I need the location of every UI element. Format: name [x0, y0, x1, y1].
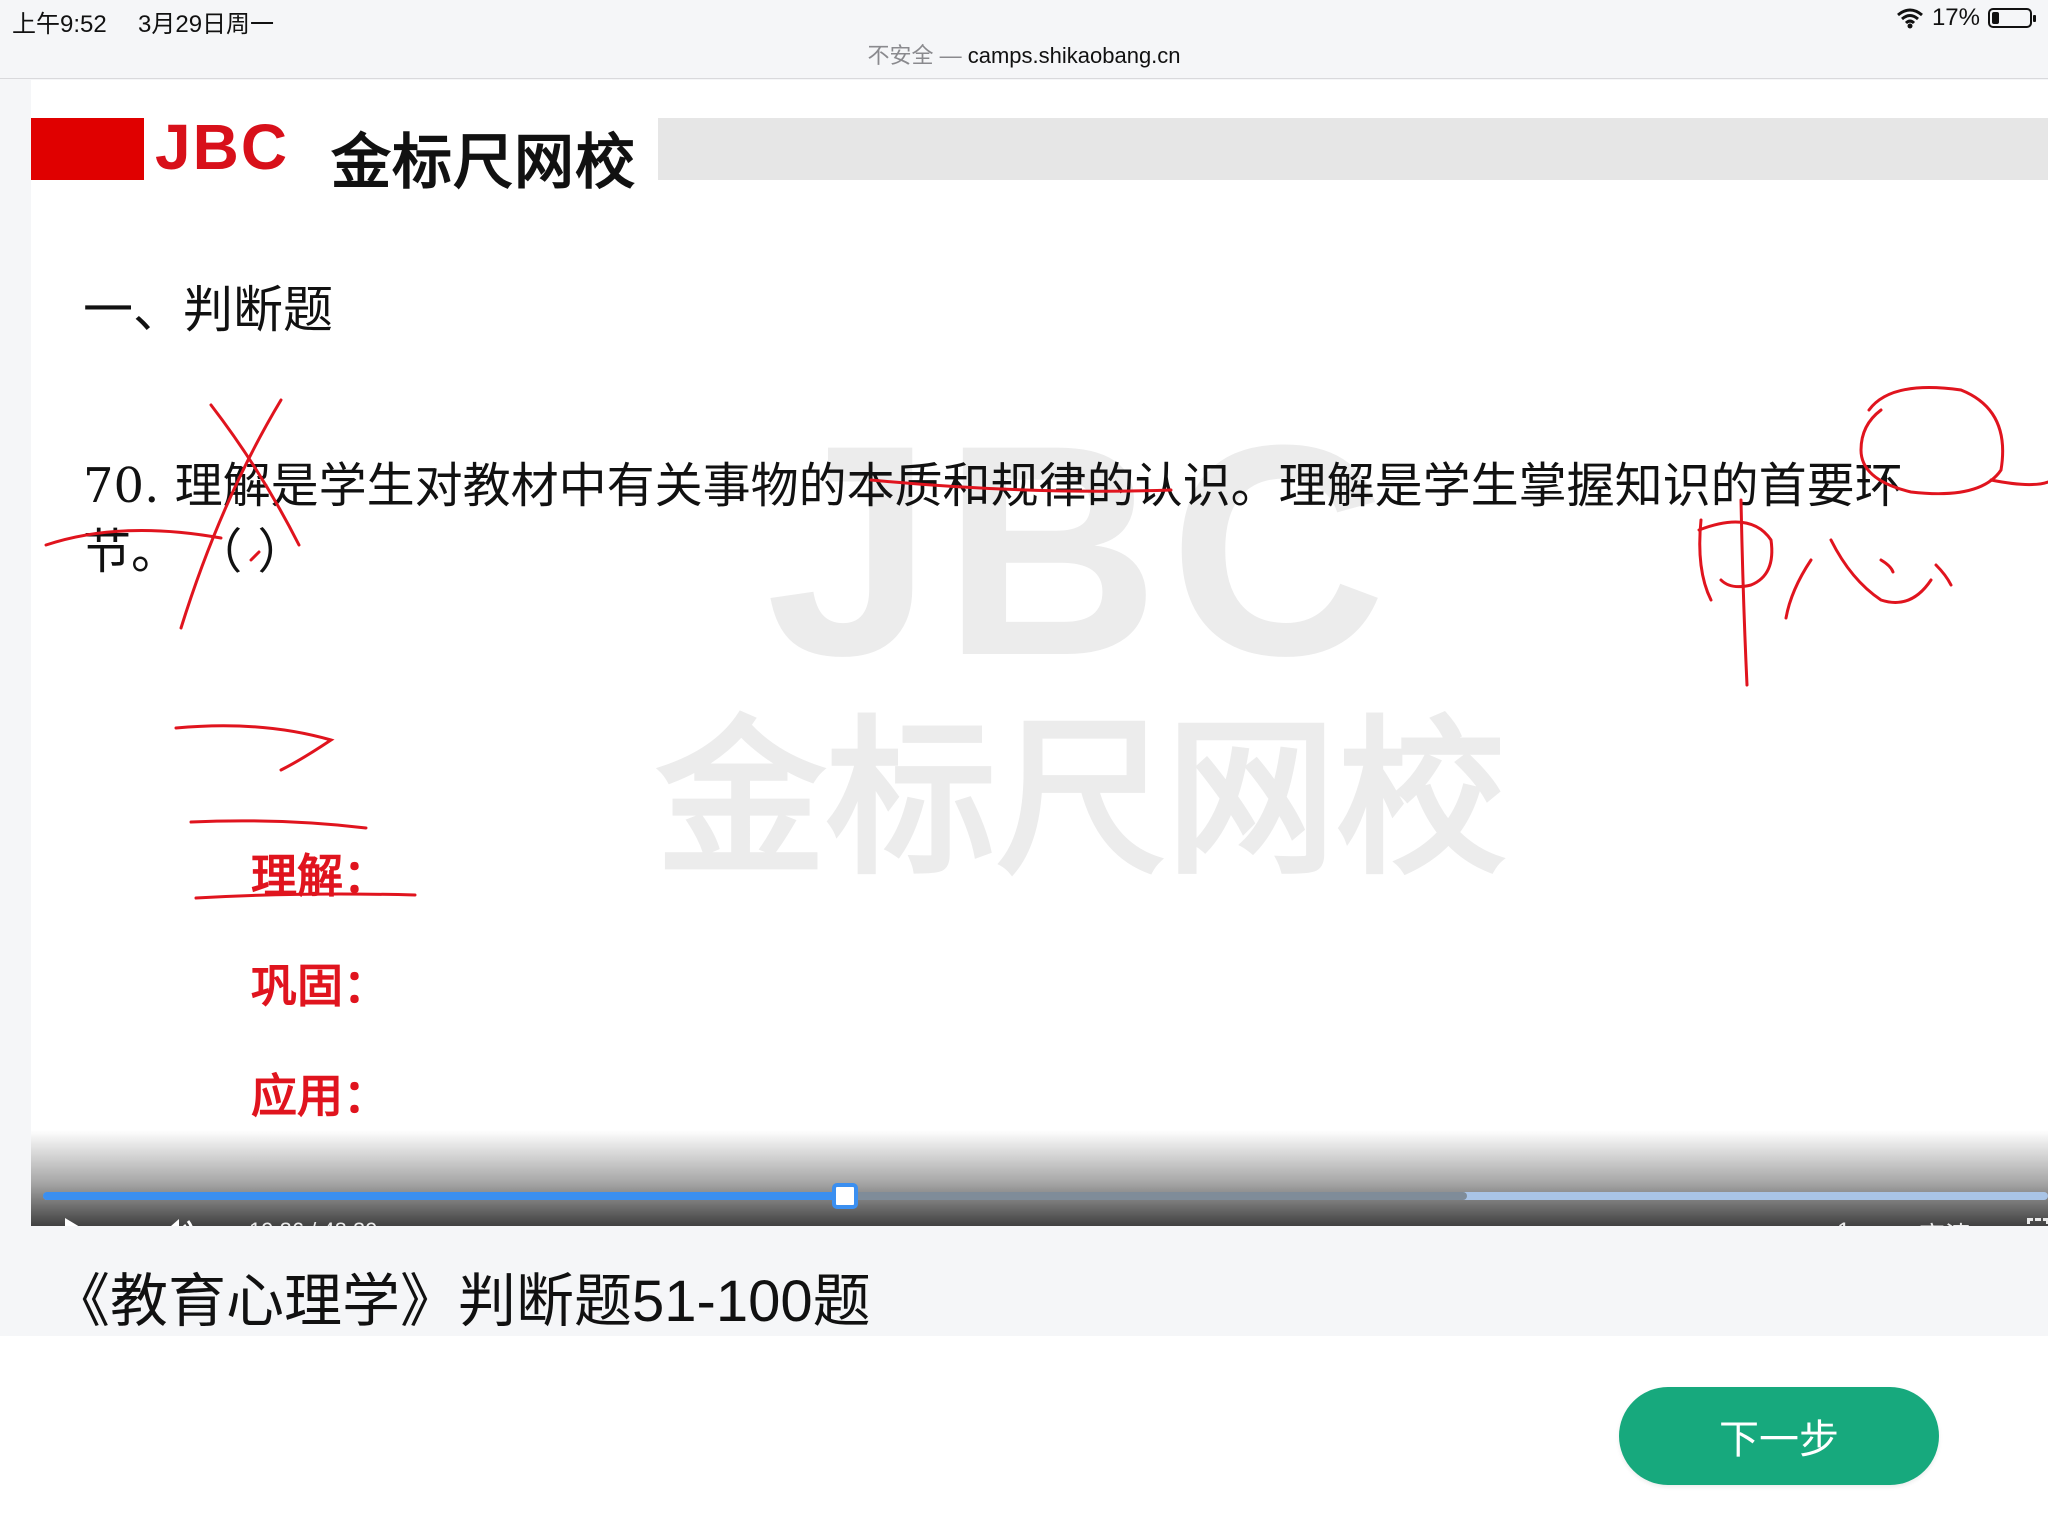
next-button[interactable]: 下一步 [1619, 1387, 1939, 1485]
brand-logo: JBC [155, 111, 290, 183]
player-controls: 19:36 / 48:39 1x 高清 [31, 1130, 2048, 1226]
brand-red-block [31, 118, 144, 180]
progress-handle[interactable] [832, 1183, 858, 1209]
time-display: 19:36 / 48:39 [249, 1218, 377, 1226]
video-player[interactable]: JBC 金标尺网校 JBC 金标尺网校 一、判断题 70. 理解是学生对教材中有… [31, 80, 2048, 1226]
status-date: 3月29日周一 [138, 11, 275, 38]
question-line-1: 70. 理解是学生对教材中有关事物的本质和规律的认识。理解是学生掌握知识的首要环 [83, 458, 1903, 514]
status-bar: 上午9:52 3月29日周一 17% 不安全 — camps.shikaoban… [0, 0, 2048, 79]
progress-played [43, 1192, 845, 1200]
course-title: 《教育心理学》判断题51-100题 [52, 1269, 871, 1334]
battery-percent: 17% [1931, 4, 1980, 31]
status-time: 上午9:52 [12, 11, 107, 38]
question-text: 70. 理解是学生对教材中有关事物的本质和规律的认识。理解是学生掌握知识的首要环… [83, 453, 2033, 585]
fullscreen-icon[interactable] [2027, 1218, 2048, 1226]
underline-step-1 [174, 724, 335, 772]
url-domain: camps.shikaobang.cn [967, 43, 1181, 68]
volume-icon[interactable] [159, 1216, 199, 1226]
wifi-icon [1896, 8, 1923, 29]
url-separator: — [939, 43, 962, 68]
battery-icon [1988, 8, 2036, 28]
step-consolidate: 巩固： [251, 960, 389, 1012]
underline-step-2 [189, 819, 368, 830]
quality-button[interactable]: 高清 [1919, 1216, 1971, 1226]
learning-steps: 理解： 巩固： 应用： [251, 840, 389, 1170]
watermark-name: 金标尺网校 [655, 705, 1506, 895]
play-icon[interactable] [65, 1218, 85, 1226]
brand-school-name: 金标尺网校 [331, 129, 636, 196]
status-indicators: 17% [1896, 4, 2036, 32]
speed-button[interactable]: 1x [1837, 1218, 1862, 1226]
address-bar[interactable]: 不安全 — camps.shikaobang.cn [0, 38, 2048, 70]
insecure-label: 不安全 [867, 43, 934, 68]
section-title: 一、判断题 [83, 281, 333, 339]
brand-gray-bar [658, 118, 2048, 180]
question-line-2: 节。 （ ） [83, 524, 306, 580]
step-understand: 理解： [251, 850, 389, 902]
